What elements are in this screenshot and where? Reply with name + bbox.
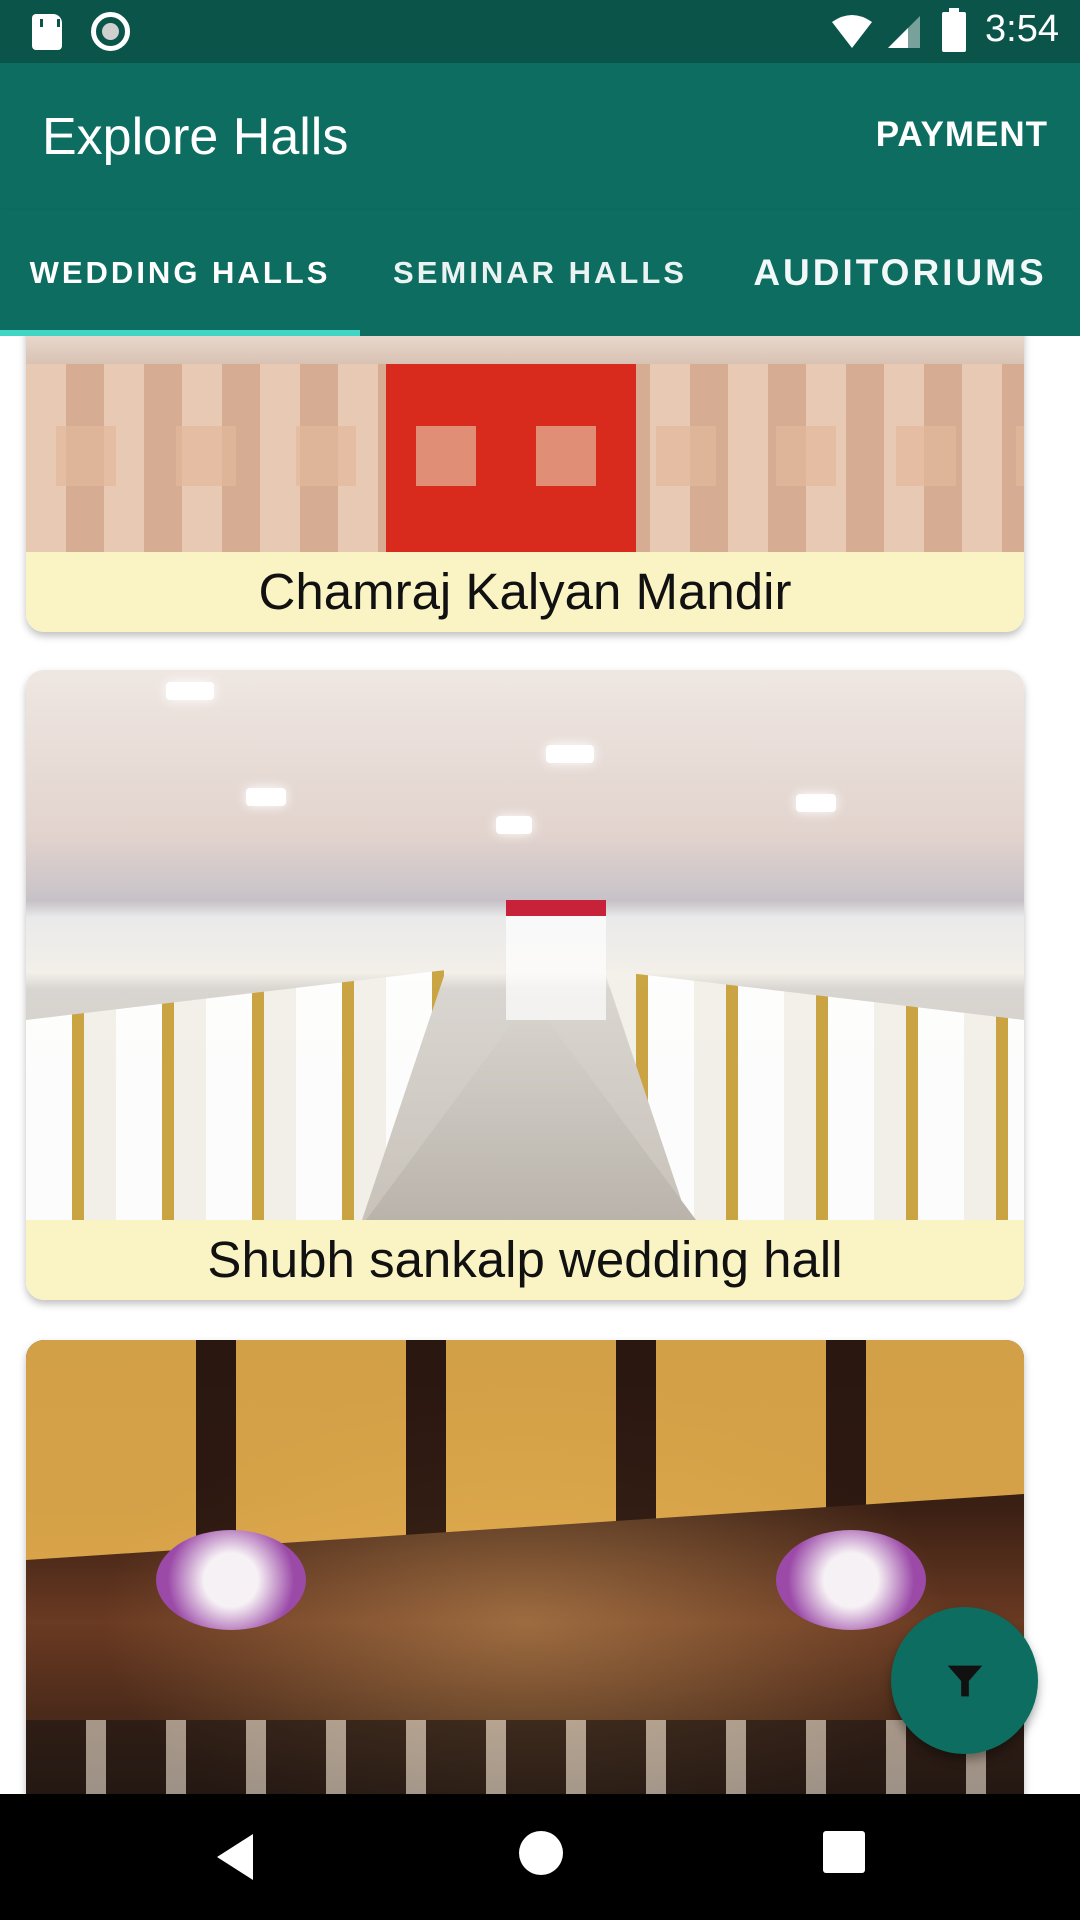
filter-button[interactable] [891, 1607, 1038, 1754]
sync-ring-icon [91, 12, 130, 51]
filter-icon [947, 1665, 982, 1696]
back-icon[interactable] [213, 1832, 263, 1882]
signal-icon [888, 16, 920, 48]
clock: 3:54 [985, 8, 1059, 50]
hall-photo [26, 670, 1024, 1220]
hall-photo [26, 336, 1024, 552]
hall-name: Chamraj Kalyan Mandir [26, 552, 1024, 632]
hall-name: Shubh sankalp wedding hall [26, 1220, 1024, 1300]
tab-auditoriums[interactable]: AUDITORIUMS [720, 210, 1080, 336]
hall-list[interactable]: Chamraj Kalyan Mandir Shubh sankalp wedd… [0, 336, 1080, 1794]
recents-icon[interactable] [823, 1831, 865, 1873]
home-icon[interactable] [519, 1831, 563, 1875]
hall-card[interactable] [26, 1340, 1024, 1794]
hall-card[interactable]: Shubh sankalp wedding hall [26, 670, 1024, 1300]
hall-card[interactable]: Chamraj Kalyan Mandir [26, 336, 1024, 632]
battery-icon [942, 8, 966, 52]
tab-seminar-halls[interactable]: SEMINAR HALLS [360, 210, 720, 336]
status-bar: 3:54 [0, 0, 1080, 63]
tab-wedding-halls[interactable]: WEDDING HALLS [0, 210, 360, 336]
wifi-icon [832, 15, 872, 48]
hall-photo [26, 1340, 1024, 1794]
page-title: Explore Halls [42, 108, 349, 166]
app-bar: Explore Halls PAYMENT [0, 63, 1080, 210]
sd-card-icon [32, 14, 62, 50]
navigation-bar [0, 1794, 1080, 1920]
payment-button[interactable]: PAYMENT [876, 115, 1048, 155]
tab-bar: WEDDING HALLS SEMINAR HALLS AUDITORIUMS [0, 210, 1080, 336]
